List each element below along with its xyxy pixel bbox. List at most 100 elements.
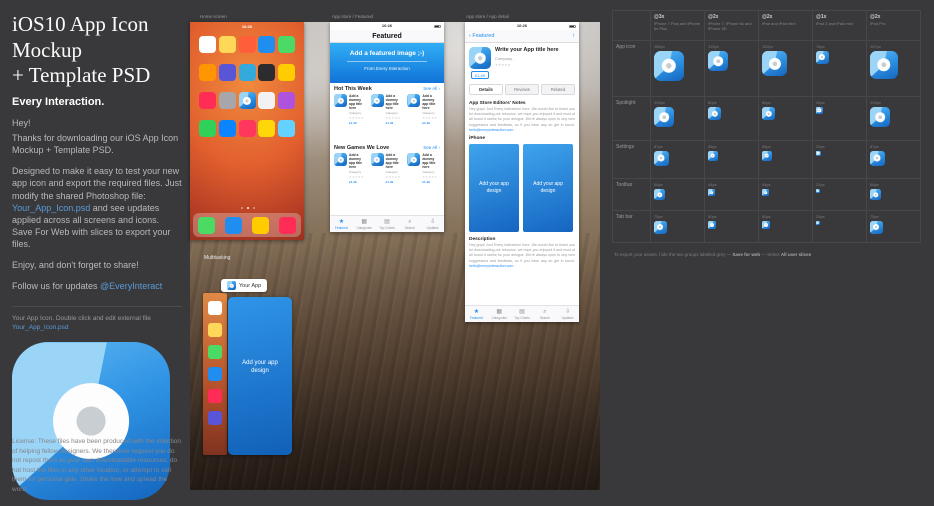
share-icon[interactable]: ↑	[572, 33, 575, 39]
app-icon[interactable]	[278, 64, 295, 81]
tab-categories[interactable]: ▦Categories	[353, 216, 376, 232]
tab-updates[interactable]: ⇩Updates	[421, 216, 444, 232]
app-icon[interactable]	[239, 120, 256, 137]
app-icon[interactable]	[258, 92, 275, 109]
card-category: Category	[386, 111, 404, 115]
placeholder-app-icon	[762, 221, 770, 229]
card-price[interactable]: £1.49	[422, 180, 440, 184]
app-icon[interactable]	[219, 92, 236, 109]
dock-app-icon[interactable]	[279, 217, 296, 234]
app-card[interactable]: Add a dummy app title hereCategory★★★★★£…	[334, 94, 367, 142]
row-label: App icon	[613, 41, 651, 97]
size-cell: 40px	[813, 97, 867, 141]
app-card[interactable]: Add a dummy app title hereCategory★★★★★£…	[371, 94, 404, 142]
tab-search[interactable]: ⌕Search	[398, 216, 421, 232]
psd-file-link[interactable]: Your_App_Icon.psd	[12, 324, 69, 331]
card-price[interactable]: £1.49	[349, 180, 367, 184]
app-card[interactable]: Add a dummy app title hereCategory★★★★★£…	[334, 153, 367, 201]
placeholder-app-icon	[227, 281, 236, 290]
size-cell: 44px	[759, 179, 813, 211]
app-icon	[208, 411, 222, 425]
placeholder-app-icon	[708, 189, 715, 196]
app-icon	[208, 345, 222, 359]
multitasking-app-chip: Your App	[221, 279, 267, 292]
card-price[interactable]: £1.49	[386, 180, 404, 184]
placeholder-app-icon	[870, 221, 883, 234]
email-link[interactable]: hello@everyinteraction.com	[469, 128, 513, 132]
card-stars: ★★★★★	[422, 116, 440, 120]
multitasking-app-card[interactable]: Add your app design	[228, 297, 292, 455]
app-icon[interactable]	[278, 92, 295, 109]
back-button[interactable]: ‹ Featured	[469, 33, 494, 39]
tab-featured[interactable]: ★Featured	[465, 306, 488, 322]
dock-app-icon[interactable]	[252, 217, 269, 234]
app-card[interactable]: Add a dummy app title hereCategory★★★★★£…	[371, 153, 404, 201]
dock-app-icon[interactable]	[225, 217, 242, 234]
size-label: 66px	[654, 182, 701, 187]
star-icon: ★	[339, 219, 344, 225]
caption-appstore-featured: App store / Featured	[332, 14, 373, 19]
app-card[interactable]: Add a dummy app title hereCategory★★★★★£…	[407, 153, 440, 201]
description-pre: Designed to make it easy to test your ne…	[12, 166, 182, 200]
size-cell: 76px	[813, 41, 867, 97]
app-icon[interactable]	[199, 36, 216, 53]
placeholder-app-icon[interactable]	[239, 92, 256, 109]
app-icon[interactable]	[278, 36, 295, 53]
status-time: 16:26	[517, 23, 527, 28]
app-icon[interactable]	[199, 92, 216, 109]
company-name: Company -	[495, 56, 559, 61]
device-label: iPhone	[465, 133, 579, 142]
placeholder-app-icon	[762, 107, 775, 120]
app-icon[interactable]	[258, 120, 275, 137]
dock-app-icon[interactable]	[198, 217, 215, 234]
app-icon[interactable]	[219, 120, 236, 137]
price-button[interactable]: £1.49	[471, 71, 489, 79]
email-link[interactable]: hello@everyinteraction.com	[469, 264, 513, 268]
segmented-control: Details Reviews Related	[465, 81, 579, 98]
app-icon[interactable]	[219, 64, 236, 81]
placeholder-app-icon	[469, 47, 491, 69]
app-icon[interactable]	[258, 36, 275, 53]
size-label: 50px	[762, 214, 809, 219]
follow-text: Follow us for updates @EveryInteract	[12, 280, 182, 292]
see-all-link[interactable]: See All ›	[423, 145, 440, 150]
segment-details[interactable]: Details	[469, 84, 503, 95]
tab-featured[interactable]: ★Featured	[330, 216, 353, 232]
nav-bar-title: Featured	[330, 30, 444, 43]
devices-label: iPad 2 and iPad mini	[816, 21, 863, 26]
tab-search[interactable]: ⌕Search	[533, 306, 556, 322]
page-title: iOS10 App IconMockup+ Template PSD	[12, 12, 182, 89]
card-price[interactable]: £1.49	[422, 121, 440, 125]
segment-related[interactable]: Related	[541, 84, 575, 95]
title-line: + Template PSD	[12, 63, 150, 87]
app-icon[interactable]	[258, 64, 275, 81]
segment-reviews[interactable]: Reviews	[505, 84, 539, 95]
size-label: 80px	[708, 100, 755, 105]
psd-file-link[interactable]: Your_App_Icon.psd	[12, 203, 90, 213]
tab-bar: ★Featured ▦Categories ▤Top Charts ⌕Searc…	[330, 215, 444, 232]
size-cell: 66px	[867, 179, 921, 211]
tab-categories[interactable]: ▦Categories	[488, 306, 511, 322]
app-icon[interactable]	[239, 36, 256, 53]
scale-label: @2x	[762, 14, 809, 20]
app-card[interactable]: Add a dummy app title hereCategory★★★★★£…	[407, 94, 440, 142]
see-all-link[interactable]: See All ›	[423, 86, 440, 91]
size-label: 167px	[870, 44, 917, 49]
app-icon	[208, 323, 222, 337]
placeholder-app-icon	[334, 153, 347, 166]
app-icon[interactable]	[199, 120, 216, 137]
tab-top-charts[interactable]: ▤Top Charts	[511, 306, 534, 322]
featured-banner[interactable]: Add a featured image ;-) From Every Inte…	[330, 43, 444, 83]
app-icon[interactable]	[239, 64, 256, 81]
card-price[interactable]: £1.49	[349, 121, 367, 125]
card-price[interactable]: £1.49	[386, 121, 404, 125]
card-stars: ★★★★★	[386, 175, 404, 179]
size-cell: 58px	[759, 141, 813, 179]
app-icon[interactable]	[219, 36, 236, 53]
tab-top-charts[interactable]: ▤Top Charts	[376, 216, 399, 232]
app-icon[interactable]	[199, 64, 216, 81]
card-category: Category	[422, 170, 440, 174]
tab-updates[interactable]: ⇩Updates	[556, 306, 579, 322]
app-icon[interactable]	[278, 120, 295, 137]
twitter-handle-link[interactable]: @EveryInteract	[100, 281, 162, 291]
